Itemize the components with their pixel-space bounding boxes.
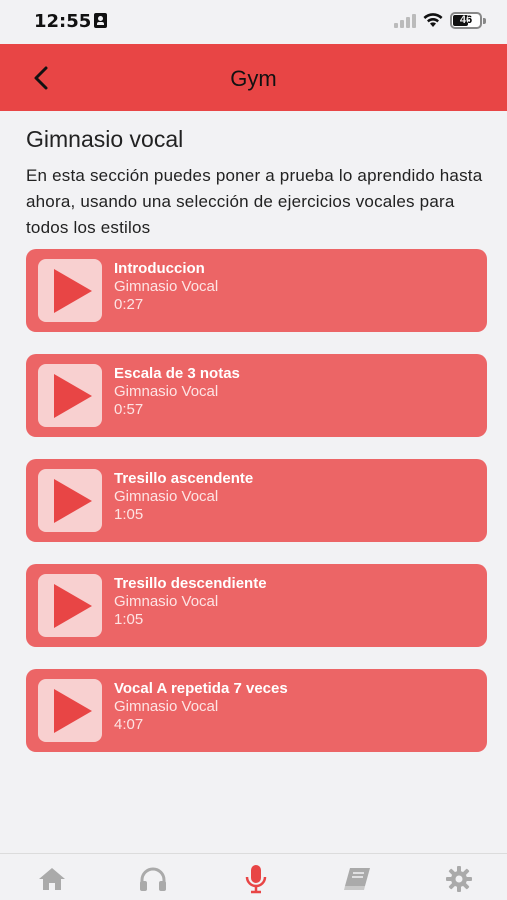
- microphone-icon: [245, 865, 267, 894]
- track-duration: 1:05: [114, 506, 144, 523]
- wifi-icon: [423, 13, 443, 27]
- page-header: Gimnasio vocal En esta sección puedes po…: [26, 126, 488, 241]
- track-info: Tresillo ascendente Gimnasio Vocal 1:05: [114, 470, 253, 524]
- play-button[interactable]: [38, 259, 102, 322]
- play-button[interactable]: [38, 679, 102, 742]
- track-item[interactable]: Introduccion Gimnasio Vocal 0:27: [26, 249, 487, 332]
- play-icon: [54, 583, 92, 628]
- track-subtitle: Gimnasio Vocal: [114, 383, 219, 400]
- track-duration: 1:05: [114, 611, 144, 628]
- battery-level: 46: [459, 14, 473, 26]
- gear-icon: [446, 866, 472, 892]
- track-item[interactable]: Tresillo descendiente Gimnasio Vocal 1:0…: [26, 564, 487, 647]
- play-button[interactable]: [38, 574, 102, 637]
- track-item[interactable]: Vocal A repetida 7 veces Gimnasio Vocal …: [26, 669, 487, 752]
- book-icon: [344, 868, 370, 890]
- home-icon: [39, 868, 65, 890]
- page-description: En esta sección puedes poner a prueba lo…: [26, 166, 483, 237]
- tab-microphone[interactable]: [238, 864, 274, 894]
- track-info: Tresillo descendiente Gimnasio Vocal 1:0…: [114, 575, 267, 629]
- headphones-icon: [140, 867, 166, 891]
- nav-bar: Gym: [0, 44, 507, 111]
- tab-bar: [0, 853, 507, 900]
- play-icon: [54, 268, 92, 313]
- track-duration: 0:27: [114, 296, 144, 313]
- tab-home[interactable]: [34, 864, 70, 894]
- play-icon: [54, 373, 92, 418]
- track-duration: 4:07: [114, 716, 144, 733]
- contact-card-icon: [94, 13, 107, 28]
- track-info: Vocal A repetida 7 veces Gimnasio Vocal …: [114, 680, 288, 734]
- play-button[interactable]: [38, 469, 102, 532]
- track-title: Tresillo ascendente: [114, 470, 254, 487]
- page-title: Gimnasio vocal: [26, 126, 184, 152]
- track-subtitle: Gimnasio Vocal: [114, 278, 219, 295]
- track-title: Vocal A repetida 7 veces: [114, 680, 288, 697]
- track-info: Introduccion Gimnasio Vocal 0:27: [114, 260, 218, 314]
- track-item[interactable]: Escala de 3 notas Gimnasio Vocal 0:57: [26, 354, 487, 437]
- track-list: Introduccion Gimnasio Vocal 0:27 Escala …: [26, 249, 487, 774]
- track-item[interactable]: Tresillo ascendente Gimnasio Vocal 1:05: [26, 459, 487, 542]
- track-title: Introduccion: [114, 260, 205, 277]
- track-subtitle: Gimnasio Vocal: [114, 488, 219, 505]
- track-title: Escala de 3 notas: [114, 365, 240, 382]
- play-icon: [54, 688, 92, 733]
- track-subtitle: Gimnasio Vocal: [114, 593, 219, 610]
- battery-icon: 46: [450, 12, 482, 29]
- play-button[interactable]: [38, 364, 102, 427]
- nav-title: Gym: [230, 66, 277, 91]
- battery-tip: [483, 18, 486, 24]
- tab-listen[interactable]: [135, 864, 171, 894]
- status-bar: 12:55 46: [0, 0, 507, 44]
- track-title: Tresillo descendiente: [114, 575, 267, 592]
- status-time: 12:55: [34, 11, 92, 32]
- track-duration: 0:57: [114, 401, 144, 418]
- play-icon: [54, 478, 92, 523]
- track-subtitle: Gimnasio Vocal: [114, 698, 219, 715]
- track-info: Escala de 3 notas Gimnasio Vocal 0:57: [114, 365, 240, 419]
- cellular-signal-icon: [394, 14, 416, 28]
- tab-settings[interactable]: [441, 864, 477, 894]
- tab-book[interactable]: [340, 864, 376, 894]
